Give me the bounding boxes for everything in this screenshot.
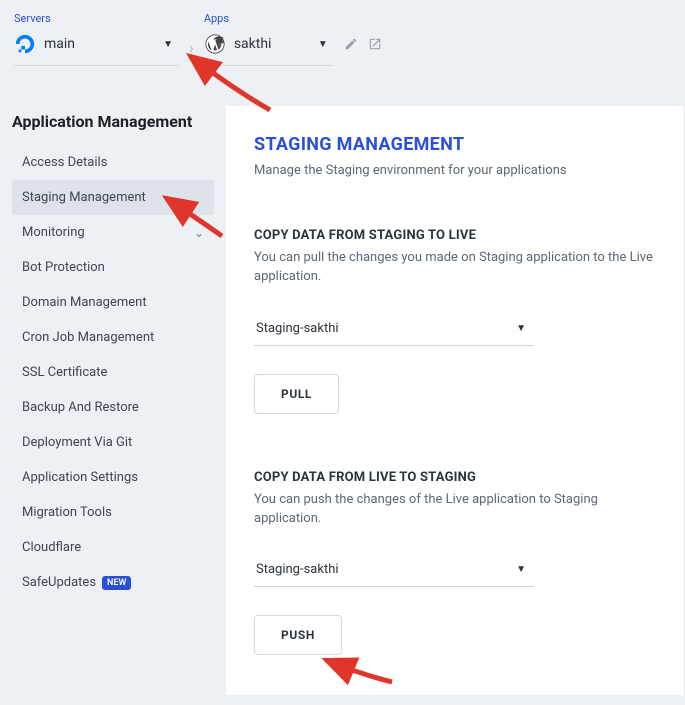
- sidebar-item-label: SafeUpdatesNEW: [22, 575, 131, 590]
- app-selector-group: Apps sakthi ▼: [204, 12, 334, 66]
- server-name: main: [44, 36, 155, 52]
- sidebar-item-bot-protection[interactable]: Bot Protection: [12, 250, 214, 285]
- sidebar: Application Management Access Details Sta…: [0, 106, 226, 695]
- apps-label: Apps: [204, 12, 334, 25]
- sidebar-item-label: Application Settings: [22, 470, 138, 485]
- sidebar-item-label: Backup And Restore: [22, 400, 139, 415]
- new-badge: NEW: [102, 576, 131, 590]
- chevron-down-icon: ⌄: [194, 226, 204, 240]
- sidebar-item-label: Cron Job Management: [22, 330, 154, 345]
- sidebar-title: Application Management: [12, 106, 214, 145]
- caret-down-icon: ▼: [516, 323, 526, 334]
- servers-label: Servers: [14, 12, 179, 25]
- sidebar-item-staging-management[interactable]: Staging Management: [12, 180, 214, 215]
- sidebar-item-safeupdates[interactable]: SafeUpdatesNEW: [12, 565, 214, 600]
- sidebar-item-label: SSL Certificate: [22, 365, 107, 380]
- sidebar-item-label: Migration Tools: [22, 505, 112, 520]
- caret-down-icon: ▼: [318, 39, 328, 50]
- external-link-icon[interactable]: [368, 36, 382, 55]
- push-target-dropdown[interactable]: Staging-sakthi ▼: [254, 552, 534, 587]
- section-title: COPY DATA FROM LIVE TO STAGING: [254, 470, 656, 485]
- sidebar-item-label: Monitoring: [22, 225, 85, 240]
- app-actions: [344, 36, 382, 55]
- section-desc: You can pull the changes you made on Sta…: [254, 249, 656, 287]
- sidebar-item-label: Access Details: [22, 155, 107, 170]
- sidebar-item-monitoring[interactable]: Monitoring ⌄: [12, 215, 214, 250]
- page-title: STAGING MANAGEMENT: [254, 134, 656, 155]
- sidebar-item-deployment-via-git[interactable]: Deployment Via Git: [12, 425, 214, 460]
- section-live-to-staging: COPY DATA FROM LIVE TO STAGING You can p…: [254, 470, 656, 656]
- edit-icon[interactable]: [344, 36, 358, 55]
- push-button[interactable]: PUSH: [254, 615, 342, 655]
- caret-down-icon: ▼: [163, 39, 173, 50]
- top-bar: Servers main ▼ › Apps sakthi ▼: [0, 0, 685, 66]
- sidebar-item-migration-tools[interactable]: Migration Tools: [12, 495, 214, 530]
- sidebar-item-label: Bot Protection: [22, 260, 105, 275]
- sidebar-item-label: Staging Management: [22, 190, 146, 205]
- content-panel: STAGING MANAGEMENT Manage the Staging en…: [226, 106, 685, 695]
- sidebar-items: Access Details Staging Management Monitori…: [12, 145, 214, 600]
- pull-button[interactable]: PULL: [254, 374, 339, 414]
- sidebar-item-application-settings[interactable]: Application Settings: [12, 460, 214, 495]
- sidebar-item-cron-job-management[interactable]: Cron Job Management: [12, 320, 214, 355]
- wordpress-icon: [204, 33, 226, 55]
- page-subtitle: Manage the Staging environment for your …: [254, 163, 656, 178]
- app-name: sakthi: [234, 36, 310, 52]
- app-selector[interactable]: sakthi ▼: [204, 29, 334, 66]
- server-selector[interactable]: main ▼: [14, 29, 179, 66]
- sidebar-item-backup-and-restore[interactable]: Backup And Restore: [12, 390, 214, 425]
- caret-down-icon: ▼: [516, 564, 526, 575]
- sidebar-item-ssl-certificate[interactable]: SSL Certificate: [12, 355, 214, 390]
- section-staging-to-live: COPY DATA FROM STAGING TO LIVE You can p…: [254, 228, 656, 414]
- sidebar-item-access-details[interactable]: Access Details: [12, 145, 214, 180]
- sidebar-item-cloudflare[interactable]: Cloudflare: [12, 530, 214, 565]
- sidebar-item-label: Domain Management: [22, 295, 147, 310]
- dropdown-value: Staging-sakthi: [256, 321, 339, 336]
- main-layout: Application Management Access Details Sta…: [0, 106, 685, 695]
- section-desc: You can push the changes of the Live app…: [254, 491, 656, 529]
- sidebar-item-label: Cloudflare: [22, 540, 81, 555]
- sidebar-item-domain-management[interactable]: Domain Management: [12, 285, 214, 320]
- pull-source-dropdown[interactable]: Staging-sakthi ▼: [254, 311, 534, 346]
- sidebar-item-label: Deployment Via Git: [22, 435, 132, 450]
- breadcrumb-chevron-icon: ›: [183, 38, 200, 57]
- digitalocean-icon: [14, 33, 36, 55]
- section-title: COPY DATA FROM STAGING TO LIVE: [254, 228, 656, 243]
- server-selector-group: Servers main ▼: [14, 12, 179, 66]
- dropdown-value: Staging-sakthi: [256, 562, 339, 577]
